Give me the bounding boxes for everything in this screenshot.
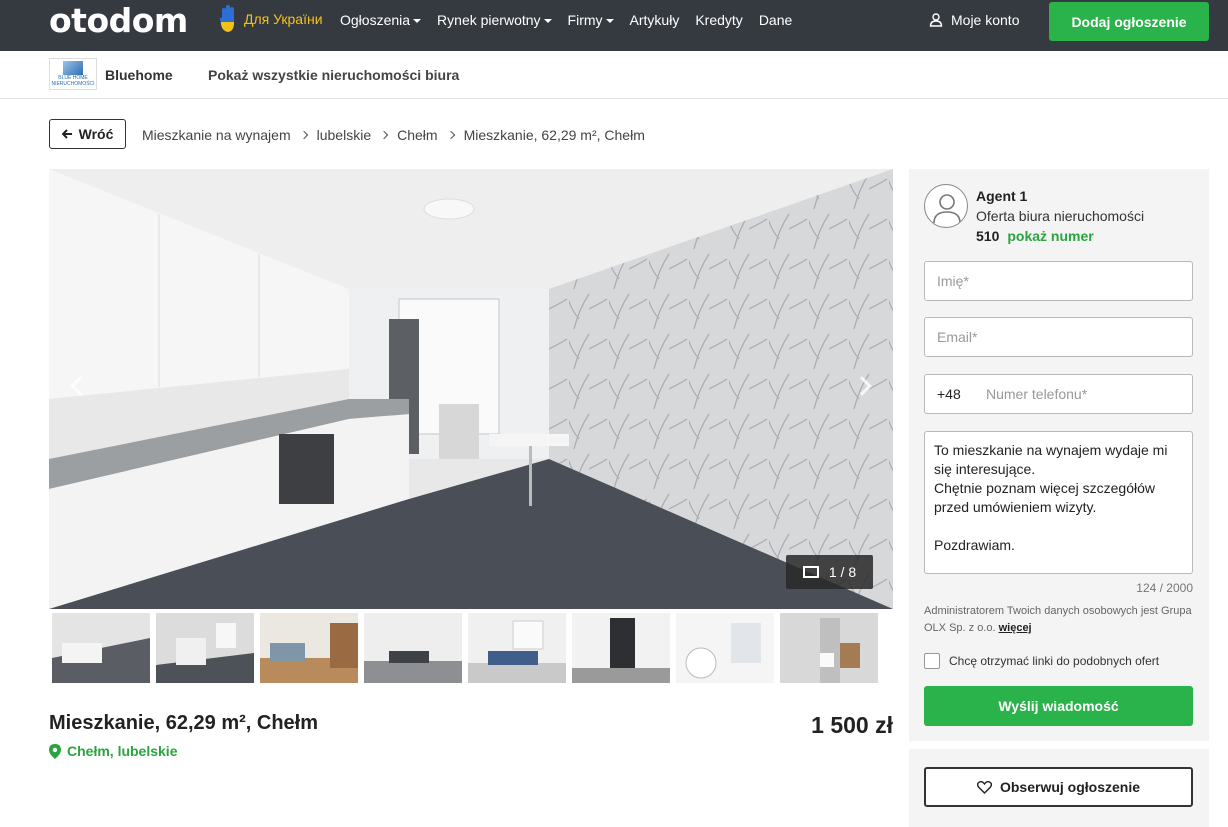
thumbnail-8[interactable] [780, 613, 878, 683]
nav-label: Firmy [567, 12, 603, 28]
thumbnail-strip [49, 613, 893, 686]
email-field[interactable]: Email* [924, 317, 1193, 357]
photo-counter[interactable]: 1 / 8 [786, 555, 873, 589]
back-button[interactable]: Wróć [49, 119, 126, 149]
similar-offers-label[interactable]: Chcę otrzymać linki do podobnych ofert [949, 654, 1159, 668]
location-text: Chełm, lubelskie [67, 743, 178, 759]
heart-icon [976, 780, 992, 794]
nav-item-dane[interactable]: Dane [759, 12, 792, 28]
gdpr-text: Administratorem Twoich danych osobowych … [924, 605, 1192, 634]
nav-label: Artykuły [629, 12, 680, 28]
message-textarea[interactable]: To mieszkanie na wynajem wydaje mi się i… [924, 431, 1193, 574]
thumbnail-1[interactable] [52, 613, 150, 683]
otodom-logo[interactable]: otodom [49, 1, 188, 40]
name-placeholder: Imię* [937, 273, 969, 289]
listing-location[interactable]: Chełm, lubelskie [49, 743, 177, 759]
back-label: Wróć [78, 126, 114, 142]
breadcrumb-current: Mieszkanie, 62,29 m², Chełm [463, 127, 645, 143]
main-photo[interactable]: 1 / 8 [49, 169, 893, 609]
agency-logo[interactable]: BLUE HOME NIERUCHOMOŚCI [49, 58, 97, 90]
chevron-right-icon [299, 130, 308, 140]
phone-partial: 510 [976, 228, 1000, 244]
user-icon [929, 13, 943, 27]
nav-item-artykuly[interactable]: Artykuły [630, 12, 680, 28]
similar-offers-row: Chcę otrzymać linki do podobnych ofert [924, 653, 1159, 669]
agency-name[interactable]: Bluehome [105, 67, 173, 83]
agent-office: Oferta biura nieruchomości [976, 208, 1145, 224]
main-nav: Ogłoszenia Rynek pierwotny Firmy Artykuł… [340, 12, 792, 28]
send-message-button[interactable]: Wyślij wiadomość [924, 686, 1193, 726]
nav-label: Ogłoszenia [340, 12, 411, 28]
breadcrumb-item[interactable]: Chełm [397, 127, 437, 143]
map-pin-icon [49, 743, 61, 759]
user-icon [933, 194, 961, 224]
thumbnail-image [572, 613, 670, 683]
thumbnail-image [156, 613, 254, 683]
thumbnail-image [676, 613, 774, 683]
thumbnail-7[interactable] [676, 613, 774, 683]
listing-price: 1 500 zł [811, 712, 893, 738]
breadcrumb-item[interactable]: lubelskie [317, 127, 371, 143]
kitchen-photo [49, 169, 893, 609]
agency-all-listings-link[interactable]: Pokaż wszystkie nieruchomości biura [208, 67, 459, 83]
phone-field[interactable]: +48 Numer telefonu* [924, 374, 1193, 414]
listing-title: Mieszkanie, 62,29 m², Chełm [49, 712, 319, 734]
observe-label: Obserwuj ogłoszenie [999, 779, 1141, 795]
thumbnail-5[interactable] [468, 613, 566, 683]
nav-item-rynek-pierwotny[interactable]: Rynek pierwotny [437, 12, 552, 28]
my-account-link[interactable]: Moje konto [929, 12, 1019, 28]
observe-panel: Obserwuj ogłoszenie [909, 749, 1209, 827]
gallery-icon [802, 566, 819, 578]
similar-offers-checkbox[interactable] [924, 653, 940, 669]
agency-bar: BLUE HOME NIERUCHOMOŚCI Bluehome Pokaż w… [0, 51, 1228, 99]
photo-counter-text: 1 / 8 [828, 564, 857, 580]
nav-item-ogloszenia[interactable]: Ogłoszenia [340, 12, 422, 28]
nav-item-firmy[interactable]: Firmy [568, 12, 614, 28]
thumbnail-4[interactable] [364, 613, 462, 683]
char-counter: 124 / 2000 [1136, 581, 1193, 595]
agency-logo-text: BLUE HOME NIERUCHOMOŚCI [51, 75, 95, 87]
chevron-down-icon [605, 19, 614, 23]
gdpr-more-link[interactable]: więcej [999, 622, 1032, 634]
observe-listing-button[interactable]: Obserwuj ogłoszenie [924, 767, 1193, 807]
chevron-down-icon [543, 19, 552, 23]
agent-phone: 510 pokaż numer [976, 228, 1094, 244]
gdpr-notice: Administratorem Twoich danych osobowych … [924, 603, 1194, 637]
breadcrumb: Mieszkanie na wynajem lubelskie Chełm Mi… [142, 127, 645, 143]
ukraine-hand-icon [220, 5, 234, 32]
thumbnail-2[interactable] [156, 613, 254, 683]
nav-label: Dane [758, 12, 793, 28]
thumbnail-image [364, 613, 462, 683]
contact-panel: Agent 1 Oferta biura nieruchomości 510 p… [909, 169, 1209, 741]
ukraine-label: Для України [244, 11, 323, 27]
thumbnail-3[interactable] [260, 613, 358, 683]
breadcrumb-item[interactable]: Mieszkanie na wynajem [142, 127, 291, 143]
thumbnail-image [260, 613, 358, 683]
chevron-down-icon [413, 19, 422, 23]
name-field[interactable]: Imię* [924, 261, 1193, 301]
arrow-left-icon [61, 129, 72, 139]
nav-item-kredyty[interactable]: Kredyty [695, 12, 742, 28]
nav-label: Rynek pierwotny [437, 12, 541, 28]
agent-avatar [924, 184, 968, 228]
thumbnail-image [52, 613, 150, 683]
phone-country-code[interactable]: +48 [937, 386, 986, 402]
phone-placeholder: Numer telefonu* [986, 386, 1088, 402]
thumbnail-image [468, 613, 566, 683]
chevron-right-icon [446, 130, 455, 140]
agency-logo-mark [63, 61, 83, 75]
agent-name: Agent 1 [976, 188, 1028, 204]
nav-label: Kredyty [695, 12, 743, 28]
thumbnail-image [780, 613, 878, 683]
thumbnail-6[interactable] [572, 613, 670, 683]
email-placeholder: Email* [937, 329, 978, 345]
account-label: Moje konto [951, 12, 1020, 28]
top-navigation: otodom Для України Ogłoszenia Rynek pier… [0, 0, 1228, 51]
add-listing-button[interactable]: Dodaj ogłoszenie [1049, 2, 1209, 41]
ukraine-link[interactable]: Для України [218, 4, 323, 34]
show-number-link[interactable]: pokaż numer [1007, 228, 1093, 244]
chevron-right-icon [379, 130, 389, 140]
